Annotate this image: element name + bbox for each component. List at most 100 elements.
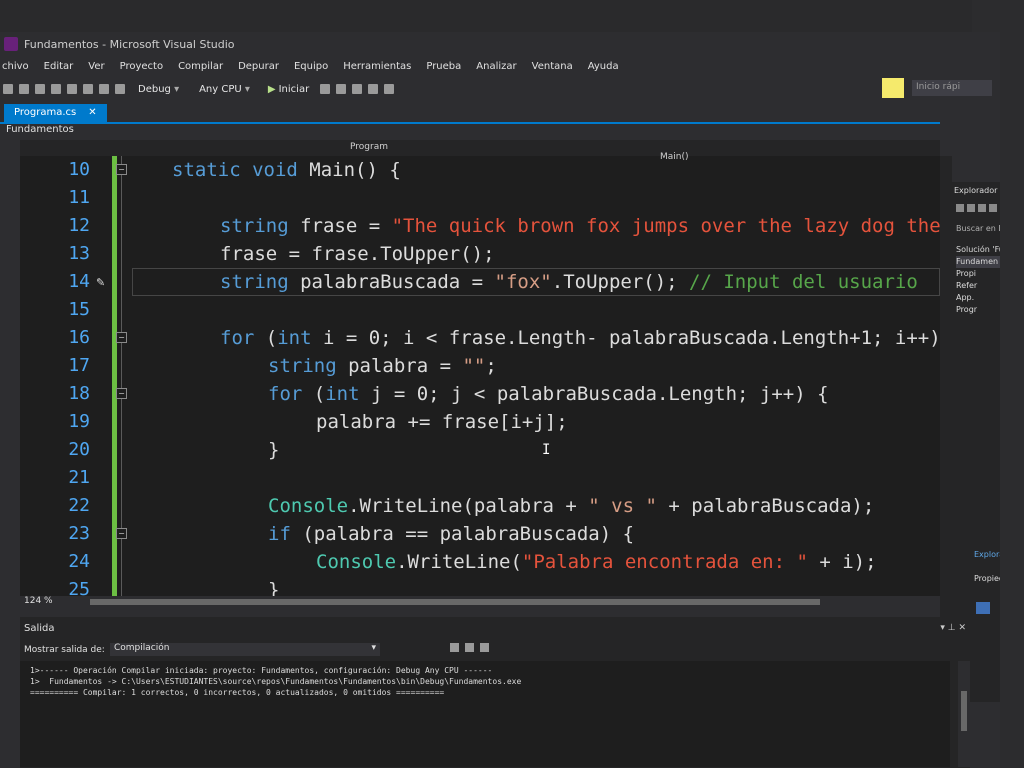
toolbar-icon[interactable]: [352, 84, 363, 94]
open-file-icon[interactable]: [51, 84, 61, 94]
menu-equipo[interactable]: Equipo: [294, 61, 328, 72]
solution-search-input[interactable]: Buscar en Explora: [956, 224, 1000, 233]
zoom-level-dropdown[interactable]: 124 %: [24, 596, 53, 606]
back-icon[interactable]: [3, 84, 13, 94]
save-icon[interactable]: [67, 84, 77, 94]
clear-all-icon[interactable]: [465, 643, 474, 652]
new-project-icon[interactable]: [35, 84, 45, 94]
menu-prueba[interactable]: Prueba: [426, 61, 461, 72]
pin-icon[interactable]: ⊥: [948, 623, 956, 633]
code-line: palabra += frase[i+j];: [316, 411, 568, 433]
line-number: 16: [68, 327, 90, 348]
code-line: for (int i = 0; i < frase.Length- palabr…: [220, 327, 940, 349]
word-wrap-icon[interactable]: [480, 643, 489, 652]
menu-ventana[interactable]: Ventana: [532, 61, 573, 72]
tree-item-program[interactable]: Progr: [956, 304, 1000, 316]
code-editor[interactable]: Program Main() 10 11 12 13 14 15 16 17 1…: [20, 140, 940, 596]
output-toolbar: [450, 643, 495, 652]
edit-pencil-icon: ✎: [96, 276, 106, 289]
output-text-area[interactable]: 1>------ Operación Compilar iniciada: pr…: [20, 661, 950, 767]
output-source-dropdown[interactable]: Compilación: [110, 643, 380, 656]
find-message-icon[interactable]: [450, 643, 459, 652]
line-number: 23: [68, 523, 90, 544]
save-all-icon[interactable]: [83, 84, 93, 94]
forward-icon[interactable]: [19, 84, 29, 94]
home-icon[interactable]: [978, 204, 986, 212]
scrollbar-thumb[interactable]: [90, 599, 820, 605]
solution-platform-dropdown[interactable]: Any CPU: [195, 84, 254, 95]
line-number: 24: [68, 551, 90, 572]
play-icon: ▶: [267, 83, 276, 95]
feedback-flag-icon[interactable]: [882, 78, 904, 98]
code-line: frase = frase.ToUpper();: [220, 243, 495, 265]
menu-compilar[interactable]: Compilar: [178, 61, 223, 72]
menu-analizar[interactable]: Analizar: [476, 61, 516, 72]
project-dropdown[interactable]: Fundamentos: [6, 124, 74, 135]
code-line: }: [268, 579, 280, 596]
output-vertical-scrollbar[interactable]: [958, 661, 970, 767]
output-panel: Salida ▾ ⊥ ✕ Mostrar salida de: Compilac…: [20, 617, 970, 768]
tree-item-solution[interactable]: Solución 'Fu: [956, 244, 1000, 256]
editor-horizontal-scrollbar[interactable]: 124 %: [20, 596, 940, 608]
toolbar-icon[interactable]: [336, 84, 347, 94]
code-line: Console.WriteLine(palabra + " vs " + pal…: [268, 495, 875, 517]
class-dropdown[interactable]: Program: [350, 142, 388, 152]
collapse-icon[interactable]: −: [116, 164, 127, 175]
code-text-area[interactable]: static void Main() { string frase = "The…: [132, 156, 940, 596]
line-number: 12: [68, 215, 90, 236]
menu-proyecto[interactable]: Proyecto: [120, 61, 163, 72]
sync-icon[interactable]: [989, 204, 997, 212]
panel-controls: ▾ ⊥ ✕: [940, 623, 966, 633]
undo-icon[interactable]: [99, 84, 109, 94]
tab-solution-explorer[interactable]: Explorador de: [974, 550, 1000, 559]
dropdown-icon[interactable]: ▾: [940, 623, 945, 633]
start-debugging-button[interactable]: ▶ Iniciar: [268, 84, 309, 95]
tree-item-references[interactable]: Refer: [956, 280, 1000, 292]
quick-launch-input[interactable]: Inicio rápi: [912, 80, 992, 96]
tree-item-project[interactable]: Fundamen: [956, 256, 1000, 268]
line-number: 14: [68, 271, 90, 292]
tab-program-cs[interactable]: Programa.cs ✕: [4, 104, 107, 122]
tree-item-properties[interactable]: Propi: [956, 268, 1000, 280]
title-bar: Fundamentos - Microsoft Visual Studio: [0, 32, 1000, 56]
scrollbar-thumb[interactable]: [961, 691, 967, 731]
menu-depurar[interactable]: Depurar: [238, 61, 279, 72]
code-line: static void Main() {: [172, 159, 401, 181]
output-line: 1> Fundamentos -> C:\Users\ESTUDIANTES\s…: [30, 677, 522, 686]
toolbar-icon[interactable]: [384, 84, 395, 94]
menu-herramientas[interactable]: Herramientas: [343, 61, 411, 72]
line-number: 21: [68, 467, 90, 488]
output-line: ========== Compilar: 1 correctos, 0 inco…: [30, 688, 445, 697]
forward-icon[interactable]: [967, 204, 975, 212]
code-line: Console.WriteLine("Palabra encontrada en…: [316, 551, 877, 573]
collapse-icon[interactable]: −: [116, 332, 127, 343]
collapse-icon[interactable]: −: [116, 528, 127, 539]
code-line: }: [268, 439, 280, 461]
line-number: 18: [68, 383, 90, 404]
categorized-icon[interactable]: [976, 602, 990, 614]
tab-label: Programa.cs: [14, 107, 77, 118]
redo-icon[interactable]: [115, 84, 125, 94]
line-number: 10: [68, 159, 90, 180]
close-tab-icon[interactable]: ✕: [88, 107, 96, 118]
code-line: if (palabra == palabraBuscada) {: [268, 523, 635, 545]
line-number: 13: [68, 243, 90, 264]
tree-item-app-config[interactable]: App.: [956, 292, 1000, 304]
line-number: 11: [68, 187, 90, 208]
back-icon[interactable]: [956, 204, 964, 212]
code-line: string palabraBuscada = "fox".ToUpper();…: [220, 271, 918, 293]
line-number: 22: [68, 495, 90, 516]
solution-tree: Solución 'Fu Fundamen Propi Refer App. P…: [956, 244, 1000, 316]
collapse-icon[interactable]: −: [116, 388, 127, 399]
toolbar-icon[interactable]: [320, 84, 331, 94]
menu-editar[interactable]: Editar: [44, 61, 74, 72]
menu-ayuda[interactable]: Ayuda: [588, 61, 619, 72]
close-icon[interactable]: ✕: [958, 623, 966, 633]
solution-configuration-dropdown[interactable]: Debug: [134, 84, 183, 95]
visual-studio-logo-icon: [4, 37, 18, 51]
toolbar-icon[interactable]: [368, 84, 379, 94]
menu-archivo[interactable]: chivo: [2, 61, 29, 72]
menu-ver[interactable]: Ver: [88, 61, 104, 72]
show-output-from-label: Mostrar salida de:: [24, 645, 105, 655]
